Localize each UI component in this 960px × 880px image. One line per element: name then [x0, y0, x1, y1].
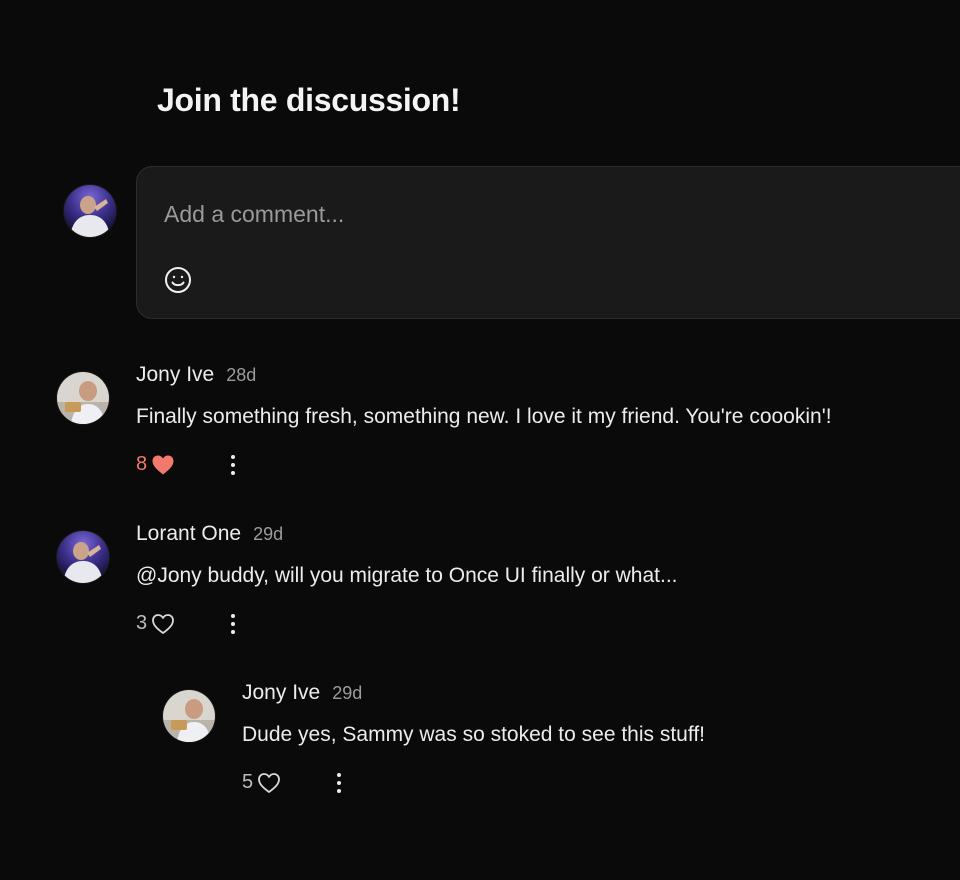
comment-composer — [136, 166, 960, 319]
comment-timestamp: 29d — [253, 524, 284, 544]
like-button[interactable]: 5 — [242, 771, 281, 794]
comment-actions: 5 — [242, 771, 362, 795]
avatar — [163, 690, 215, 742]
heart-outline-icon — [258, 772, 281, 793]
more-options-icon[interactable] — [222, 453, 244, 477]
comment-text: Finally something fresh, something new. … — [136, 405, 832, 428]
comment: Jony Ive 28d Finally something fresh, so… — [136, 363, 936, 483]
current-user-avatar — [64, 185, 116, 237]
comment: Lorant One 29d @Jony buddy, will you mig… — [136, 522, 936, 642]
comment-text: Dude yes, Sammy was so stoked to see thi… — [242, 723, 705, 746]
heart-filled-icon — [152, 455, 174, 474]
avatar — [57, 372, 109, 424]
comment-timestamp: 29d — [332, 683, 363, 703]
comment-actions: 8 — [136, 453, 256, 477]
comment-timestamp: 28d — [226, 365, 257, 385]
smiley-icon[interactable] — [164, 266, 192, 294]
avatar — [57, 531, 109, 583]
comment-text: @Jony buddy, will you migrate to Once UI… — [136, 564, 678, 587]
like-count: 8 — [136, 453, 148, 475]
like-button[interactable]: 3 — [136, 612, 175, 635]
heart-outline-icon — [152, 613, 175, 634]
reply-comment: Jony Ive 29d Dude yes, Sammy was so stok… — [242, 681, 942, 801]
more-options-icon[interactable] — [222, 612, 244, 636]
like-button[interactable]: 8 — [136, 453, 175, 476]
comment-author[interactable]: Jony Ive — [242, 681, 320, 705]
comment-actions: 3 — [136, 612, 256, 636]
page-title: Join the discussion! — [157, 82, 461, 118]
like-count: 3 — [136, 612, 148, 634]
comment-author[interactable]: Jony Ive — [136, 363, 214, 387]
discussion-page: Join the discussion! Add a comment... Jo… — [0, 0, 960, 880]
like-count: 5 — [242, 771, 254, 793]
more-options-icon[interactable] — [328, 771, 350, 795]
comment-author[interactable]: Lorant One — [136, 522, 241, 546]
comment-input[interactable] — [164, 199, 944, 229]
